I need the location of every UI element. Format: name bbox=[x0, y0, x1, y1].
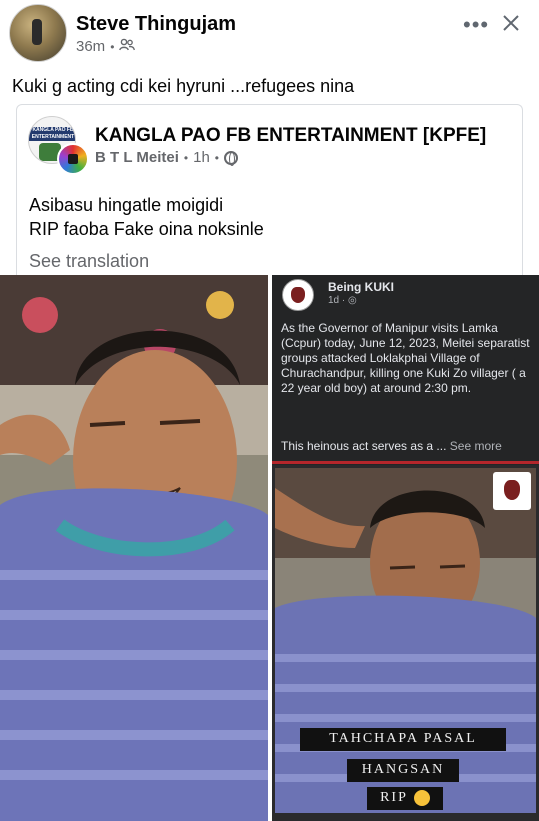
shared-post-meta: B T L Meitei • 1h • bbox=[95, 149, 238, 166]
author-avatar[interactable] bbox=[9, 4, 67, 62]
shared-post-text: Asibasu hingatle moigidi RIP faoba Fake … bbox=[29, 193, 264, 241]
banner-text-2: HANGSAN bbox=[347, 759, 459, 782]
more-horizontal-icon[interactable]: ••• bbox=[463, 14, 489, 38]
embedded-page-name: Being KUKI bbox=[328, 280, 394, 294]
embedded-photo: TAHCHAPA PASAL HANGSAN RIP bbox=[275, 468, 536, 813]
photo-right[interactable]: Being KUKI 1d · ◎ As the Governor of Man… bbox=[272, 275, 539, 821]
red-divider bbox=[272, 461, 539, 464]
shared-text-line: Asibasu hingatle moigidi bbox=[29, 195, 224, 215]
being-kuki-logo bbox=[493, 472, 531, 510]
globe-icon bbox=[224, 150, 238, 166]
post-caption: Kuki g acting cdi kei hyruni ...refugees… bbox=[12, 76, 355, 96]
sad-emoji-icon bbox=[413, 789, 430, 806]
banner-text-3: RIP bbox=[367, 787, 443, 810]
see-translation-link[interactable]: See translation bbox=[29, 251, 149, 272]
poster-name[interactable]: B T L Meitei bbox=[95, 149, 179, 166]
separator-dot: • bbox=[110, 39, 115, 54]
shared-text-line: RIP faoba Fake oina noksinle bbox=[29, 219, 264, 239]
shared-post-time[interactable]: 1h bbox=[193, 149, 210, 166]
friends-icon bbox=[119, 38, 136, 55]
embedded-page-avatar bbox=[282, 279, 314, 311]
embedded-post-body: As the Governor of Manipur visits Lamka … bbox=[281, 321, 530, 395]
embedded-post-time: 1d · ◎ bbox=[328, 295, 357, 306]
post-time[interactable]: 36m bbox=[76, 38, 105, 55]
page-name[interactable]: KANGLA PAO FB ENTERTAINMENT [KPFE] bbox=[95, 125, 486, 147]
post-header: Steve Thingujam 36m • ••• bbox=[0, 0, 539, 66]
author-name[interactable]: Steve Thingujam bbox=[76, 13, 236, 36]
poster-avatar[interactable] bbox=[57, 143, 89, 175]
embedded-post-body-continued: This heinous act serves as a ... See mor… bbox=[281, 439, 502, 453]
separator-dot: • bbox=[183, 150, 189, 165]
separator-dot: • bbox=[214, 150, 219, 165]
embedded-body-line: This heinous act serves as a ... bbox=[281, 439, 447, 453]
banner-text-1: TAHCHAPA PASAL bbox=[300, 728, 506, 751]
photo-left[interactable] bbox=[0, 275, 268, 821]
embedded-post-screenshot: Being KUKI 1d · ◎ As the Governor of Man… bbox=[272, 275, 539, 465]
photo-left-image bbox=[0, 275, 268, 821]
close-icon[interactable] bbox=[498, 14, 524, 38]
page-logo-text: KANGLA PAO FB ENTERTAINMENT bbox=[29, 127, 75, 141]
post-meta: 36m • bbox=[76, 38, 136, 55]
embedded-see-more: See more bbox=[449, 439, 502, 453]
